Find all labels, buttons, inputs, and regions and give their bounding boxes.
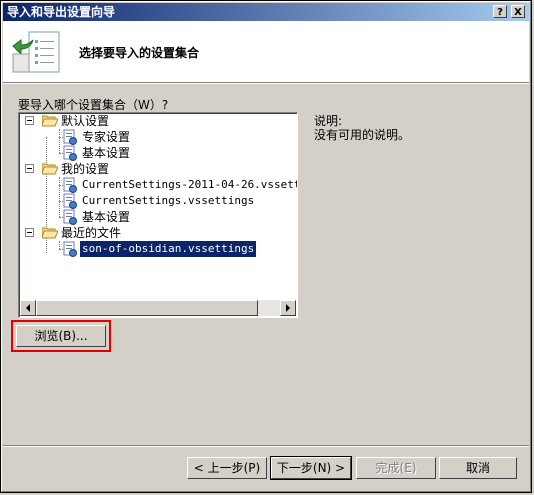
description-text: 没有可用的说明。 <box>314 128 411 142</box>
tree-item-expert-settings[interactable]: 专家设置 <box>19 129 289 145</box>
tree-item-label: 基本设置 <box>82 146 131 160</box>
settings-file-icon <box>63 129 77 145</box>
browse-button[interactable]: 浏览(B)... <box>16 325 106 347</box>
tree-item-son-of-obsidian[interactable]: son-of-obsidian.vssettings <box>19 241 289 257</box>
settings-file-icon <box>63 209 77 225</box>
tree-group-label: 最近的文件 <box>61 226 122 240</box>
collapse-icon[interactable] <box>25 164 34 173</box>
tree-item-basic-settings[interactable]: 基本设置 <box>19 145 289 161</box>
title-bar[interactable]: 导入和导出设置向导 ? X <box>3 3 529 21</box>
back-button[interactable]: < 上一步(P) <box>187 457 267 479</box>
folder-open-icon <box>42 163 58 175</box>
cancel-button[interactable]: 取消 <box>439 457 517 479</box>
finish-button[interactable]: 完成(E) <box>356 457 436 479</box>
tree-group-label: 我的设置 <box>61 162 110 176</box>
settings-wizard-icon <box>12 31 60 73</box>
settings-file-icon <box>63 241 77 257</box>
arrow-left-icon <box>26 304 30 312</box>
settings-tree[interactable]: 默认设置 专家设置 基本设置 我的设置 CurrentSettings-2011… <box>18 112 298 318</box>
folder-open-icon <box>42 115 58 127</box>
folder-open-icon <box>42 227 58 239</box>
arrow-right-icon <box>286 304 290 312</box>
scroll-right-button[interactable] <box>280 300 296 316</box>
wizard-window: 导入和导出设置向导 ? X 选择要导入的设置集合 要导入哪个设置集合（W）? 默… <box>0 0 532 493</box>
tree-item-label: CurrentSettings.vssettings <box>82 194 255 207</box>
scrollbar-thumb[interactable] <box>36 300 258 316</box>
settings-file-icon <box>63 145 77 161</box>
settings-file-icon <box>63 177 77 193</box>
next-button[interactable]: 下一步(N) > <box>270 456 352 480</box>
settings-file-icon <box>63 193 77 209</box>
tree-node-default-settings[interactable]: 默认设置 <box>19 113 289 129</box>
header-title: 选择要导入的设置集合 <box>79 46 200 60</box>
help-button[interactable]: ? <box>493 5 507 18</box>
tree-group-label: 默认设置 <box>61 114 110 128</box>
tree-item-label: 基本设置 <box>82 210 131 224</box>
tree-item-currentsettings-dated[interactable]: CurrentSettings-2011-04-26.vssettings <box>19 177 297 193</box>
wizard-header: 选择要导入的设置集合 <box>3 21 529 83</box>
tree-item-basic-settings-2[interactable]: 基本设置 <box>19 209 289 225</box>
tree-node-recent-files[interactable]: 最近的文件 <box>19 225 289 241</box>
horizontal-scrollbar[interactable] <box>20 300 296 316</box>
settings-list-label: 要导入哪个设置集合（W）? <box>18 98 169 112</box>
scroll-left-button[interactable] <box>20 300 36 316</box>
collapse-icon[interactable] <box>25 228 34 237</box>
tree-item-currentsettings[interactable]: CurrentSettings.vssettings <box>19 193 289 209</box>
selected-tree-item-label: son-of-obsidian.vssettings <box>80 241 257 257</box>
tree-item-label: CurrentSettings-2011-04-26.vssettings <box>82 178 297 191</box>
close-button[interactable]: X <box>511 5 525 18</box>
tree-item-label: 专家设置 <box>82 130 131 144</box>
collapse-icon[interactable] <box>25 116 34 125</box>
tree-node-my-settings[interactable]: 我的设置 <box>19 161 289 177</box>
window-title: 导入和导出设置向导 <box>7 5 116 19</box>
